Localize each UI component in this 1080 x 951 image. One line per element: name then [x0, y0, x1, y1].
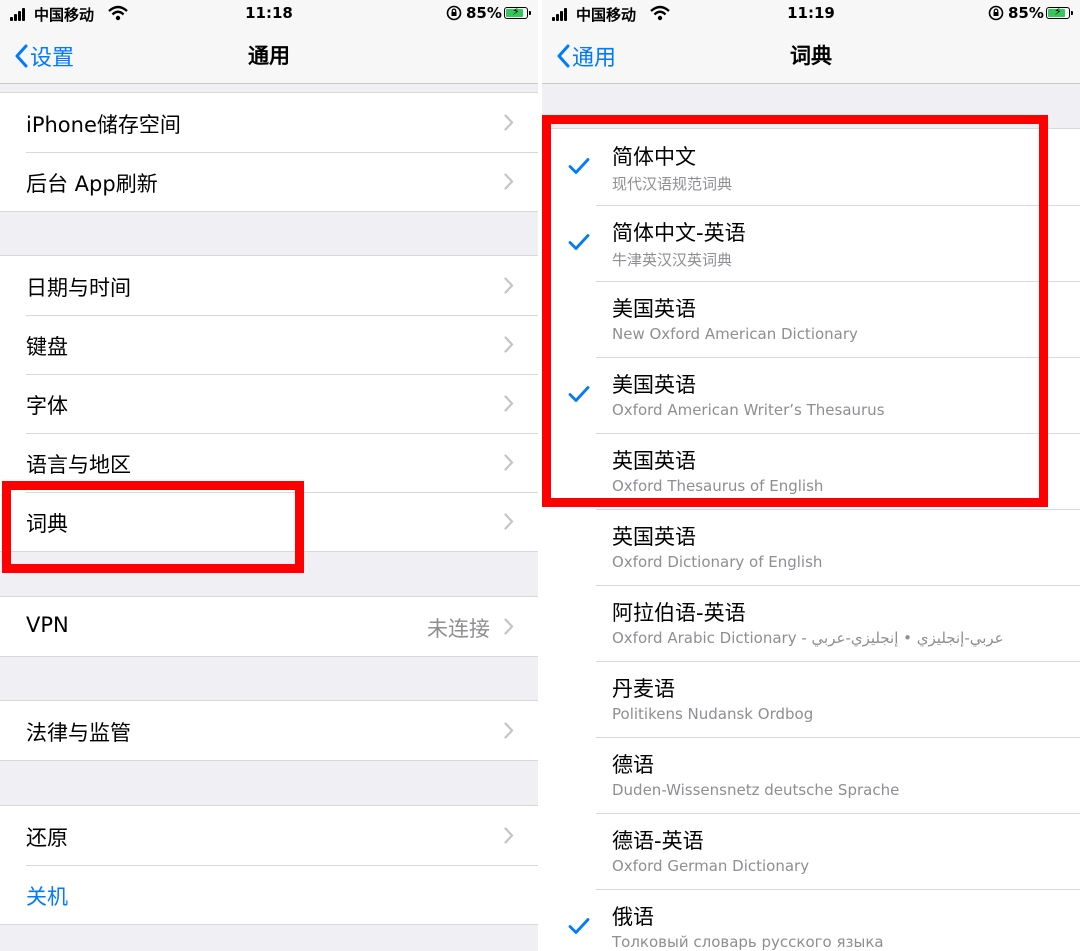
settings-row-reset[interactable]: 还原 — [0, 806, 538, 865]
dictionary-language: 丹麦语 — [612, 677, 675, 701]
row-label: 键盘 — [26, 335, 68, 359]
row-label: iPhone储存空间 — [26, 113, 181, 137]
chevron-right-icon — [504, 395, 514, 412]
settings-row-fonts[interactable]: 字体 — [0, 374, 538, 433]
dictionary-row[interactable]: 英国英语 Oxford Dictionary of English — [542, 509, 1080, 585]
storage-group: iPhone储存空间 后台 App刷新 — [0, 92, 538, 212]
chevron-right-icon — [504, 277, 514, 294]
battery-icon: ⚡ — [504, 5, 531, 19]
dictionary-title: Oxford German Dictionary — [612, 857, 810, 875]
dictionary-row[interactable]: 德语-英语 Oxford German Dictionary — [542, 813, 1080, 889]
dictionary-row[interactable]: 俄语 Толковый словарь русского языка — [542, 889, 1080, 951]
dictionary-row[interactable]: 丹麦语 Politikens Nudansk Ordbog — [542, 661, 1080, 737]
legal-group: 法律与监管 — [0, 700, 538, 761]
dictionary-row[interactable]: 德语 Duden-Wissensnetz deutsche Sprache — [542, 737, 1080, 813]
row-label: 日期与时间 — [26, 276, 131, 300]
dictionary-title: Толковый словарь русского языка — [612, 933, 884, 951]
dictionary-title: Duden-Wissensnetz deutsche Sprache — [612, 781, 900, 799]
dictionary-title: Politikens Nudansk Ordbog — [612, 705, 814, 723]
vpn-group: VPN 未连接 — [0, 596, 538, 657]
page-title: 通用 — [248, 44, 290, 68]
dictionary-language: 阿拉伯语-英语 — [612, 601, 746, 625]
chevron-right-icon — [504, 722, 514, 739]
dictionary-title: Oxford Arabic Dictionary - عربي-إنجليزي … — [612, 629, 1004, 647]
chevron-right-icon — [504, 173, 514, 190]
navigation-bar: 通用 词典 — [542, 28, 1080, 84]
row-label: VPN — [26, 613, 69, 637]
row-label: 语言与地区 — [26, 453, 131, 477]
dictionary-language: 德语-英语 — [612, 829, 704, 853]
highlight-box-selected-dictionaries — [542, 115, 1048, 507]
settings-row-iphone-storage[interactable]: iPhone储存空间 — [0, 93, 538, 152]
general-settings-screen: 中国移动 11:18 85% ⚡ 设置 通用 iPhone储存空间 后台 App… — [0, 0, 538, 951]
rotation-lock-icon — [988, 5, 1004, 21]
row-label: 字体 — [26, 394, 68, 418]
vpn-status-value: 未连接 — [427, 617, 490, 641]
highlight-box-dictionary — [2, 481, 304, 573]
settings-row-legal-regulatory[interactable]: 法律与监管 — [0, 701, 538, 760]
chevron-right-icon — [504, 618, 514, 635]
dictionary-title: Oxford Dictionary of English — [612, 553, 823, 571]
shutdown-button[interactable]: 关机 — [0, 865, 538, 924]
dictionary-row[interactable]: 阿拉伯语-英语 Oxford Arabic Dictionary - عربي-إ… — [542, 585, 1080, 661]
page-title: 词典 — [790, 44, 832, 68]
dictionary-language: 英国英语 — [612, 525, 696, 549]
row-label: 还原 — [26, 826, 68, 850]
navigation-bar: 设置 通用 — [0, 28, 538, 84]
status-bar: 中国移动 11:18 85% ⚡ — [0, 0, 538, 28]
chevron-right-icon — [504, 114, 514, 131]
chevron-right-icon — [504, 827, 514, 844]
settings-row-date-time[interactable]: 日期与时间 — [0, 256, 538, 315]
shutdown-label: 关机 — [26, 885, 68, 909]
dictionary-language: 德语 — [612, 753, 654, 777]
chevron-right-icon — [504, 336, 514, 353]
row-label: 后台 App刷新 — [26, 172, 158, 196]
status-bar: 中国移动 11:19 85% ⚡ — [542, 0, 1080, 28]
row-label: 法律与监管 — [26, 721, 131, 745]
chevron-right-icon — [504, 513, 514, 530]
settings-row-keyboard[interactable]: 键盘 — [0, 315, 538, 374]
dictionary-language: 俄语 — [612, 905, 654, 929]
reset-group: 还原 关机 — [0, 805, 538, 925]
rotation-lock-icon — [446, 5, 462, 21]
dictionary-screen: 中国移动 11:19 85% ⚡ 通用 词典 简体中文 现代汉语规范词典 简体中文-… — [542, 0, 1080, 951]
battery-percentage: 85% — [1008, 4, 1044, 22]
chevron-right-icon — [504, 454, 514, 471]
settings-row-background-app-refresh[interactable]: 后台 App刷新 — [0, 152, 538, 211]
checkmark-icon — [568, 918, 590, 934]
settings-row-vpn[interactable]: VPN 未连接 — [0, 597, 538, 656]
battery-percentage: 85% — [466, 4, 502, 22]
battery-icon: ⚡ — [1046, 5, 1073, 19]
